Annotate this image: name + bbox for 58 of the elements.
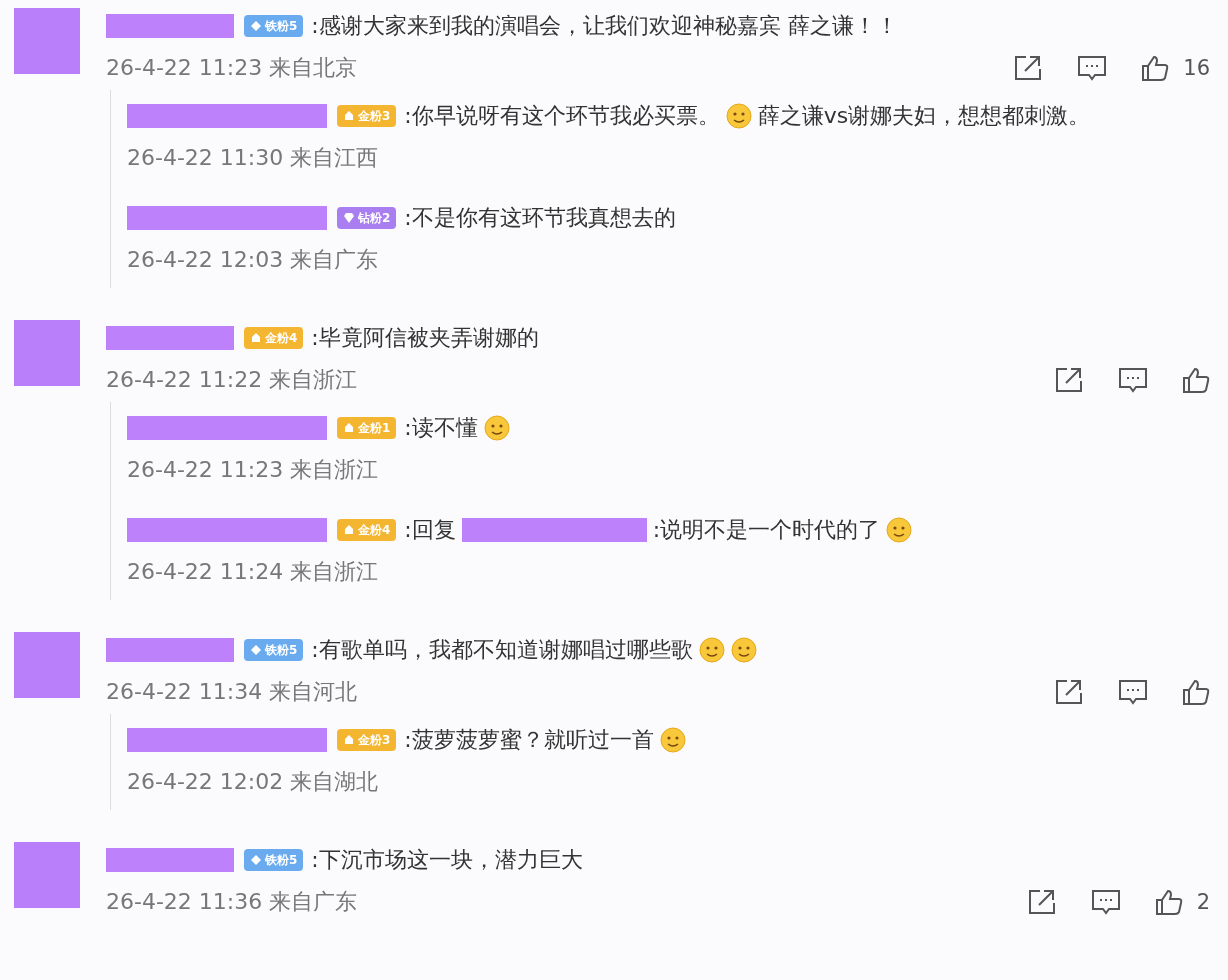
badge-emblem-icon bbox=[343, 422, 355, 434]
fan-badge[interactable]: 金粉4 bbox=[337, 519, 397, 541]
fan-badge[interactable]: 铁粉5 bbox=[244, 15, 304, 37]
comment-time: 26-4-22 11:22 来自浙江 bbox=[106, 366, 358, 394]
comment-icon[interactable] bbox=[1118, 678, 1148, 706]
comment-text: :回复 bbox=[404, 516, 456, 544]
comment-text: :有歌单吗，我都不知道谢娜唱过哪些歌 bbox=[311, 636, 693, 664]
share-icon[interactable] bbox=[1026, 888, 1057, 916]
comment-time: 26-4-22 11:23 来自浙江 bbox=[127, 456, 379, 484]
fan-badge[interactable]: 金粉4 bbox=[244, 327, 304, 349]
comment-time: 26-4-22 12:02 来自湖北 bbox=[127, 768, 379, 796]
fan-badge[interactable]: 钻粉2 bbox=[337, 207, 397, 229]
like-icon[interactable] bbox=[1154, 888, 1183, 916]
comment-time: 26-4-22 11:23 来自北京 bbox=[106, 54, 358, 82]
like-count: 2 bbox=[1196, 890, 1210, 914]
badge-emblem-icon bbox=[343, 734, 355, 746]
emoji-icon bbox=[730, 637, 757, 663]
emoji-icon bbox=[483, 415, 510, 441]
comment-text: :下沉市场这一块，潜力巨大 bbox=[311, 846, 583, 874]
comment-text: :读不懂 bbox=[404, 414, 478, 442]
emoji-icon bbox=[725, 103, 752, 129]
badge-emblem-icon bbox=[343, 524, 355, 536]
emoji-icon bbox=[659, 727, 686, 753]
fan-badge[interactable]: 金粉1 bbox=[337, 417, 397, 439]
badge-emblem-icon bbox=[250, 20, 262, 32]
comment-icon[interactable] bbox=[1090, 888, 1121, 916]
share-icon[interactable] bbox=[1054, 366, 1084, 394]
badge-emblem-icon bbox=[250, 644, 262, 656]
share-icon[interactable] bbox=[1013, 54, 1044, 82]
comment-time: 26-4-22 11:24 来自浙江 bbox=[127, 558, 379, 586]
fan-badge[interactable]: 金粉3 bbox=[337, 729, 397, 751]
share-icon[interactable] bbox=[1054, 678, 1084, 706]
comment-text: :不是你有这环节我真想去的 bbox=[404, 204, 676, 232]
like-icon[interactable] bbox=[1182, 366, 1210, 394]
like-count: 16 bbox=[1183, 56, 1210, 80]
comment-text: 薛之谦vs谢娜夫妇，想想都刺激。 bbox=[757, 102, 1091, 130]
like-icon[interactable] bbox=[1182, 678, 1210, 706]
comment-text: :菠萝菠萝蜜？就听过一首 bbox=[404, 726, 654, 754]
emoji-icon bbox=[698, 637, 725, 663]
like-icon[interactable] bbox=[1141, 54, 1170, 82]
fan-badge[interactable]: 铁粉5 bbox=[244, 639, 304, 661]
comment-time: 26-4-22 11:34 来自河北 bbox=[106, 678, 358, 706]
comment-text: :说明不是一个时代的了 bbox=[652, 516, 881, 544]
emoji-icon bbox=[886, 517, 913, 543]
badge-emblem-icon bbox=[343, 110, 355, 122]
badge-emblem-icon bbox=[250, 854, 262, 866]
fan-badge[interactable]: 金粉3 bbox=[337, 105, 397, 127]
comment-time: 26-4-22 12:03 来自广东 bbox=[127, 246, 379, 274]
fan-badge[interactable]: 铁粉5 bbox=[244, 849, 304, 871]
comment-icon[interactable] bbox=[1118, 366, 1148, 394]
comment-text: :你早说呀有这个环节我必买票。 bbox=[404, 102, 720, 130]
comment-icon[interactable] bbox=[1077, 54, 1108, 82]
comment-text: :毕竟阿信被夹弄谢娜的 bbox=[311, 324, 539, 352]
comment-time: 26-4-22 11:36 来自广东 bbox=[106, 888, 358, 916]
badge-emblem-icon bbox=[343, 212, 355, 224]
badge-emblem-icon bbox=[250, 332, 262, 344]
comment-text: :感谢大家来到我的演唱会，让我们欢迎神秘嘉宾 薛之谦！！ bbox=[311, 12, 898, 40]
comment-time: 26-4-22 11:30 来自江西 bbox=[127, 144, 379, 172]
